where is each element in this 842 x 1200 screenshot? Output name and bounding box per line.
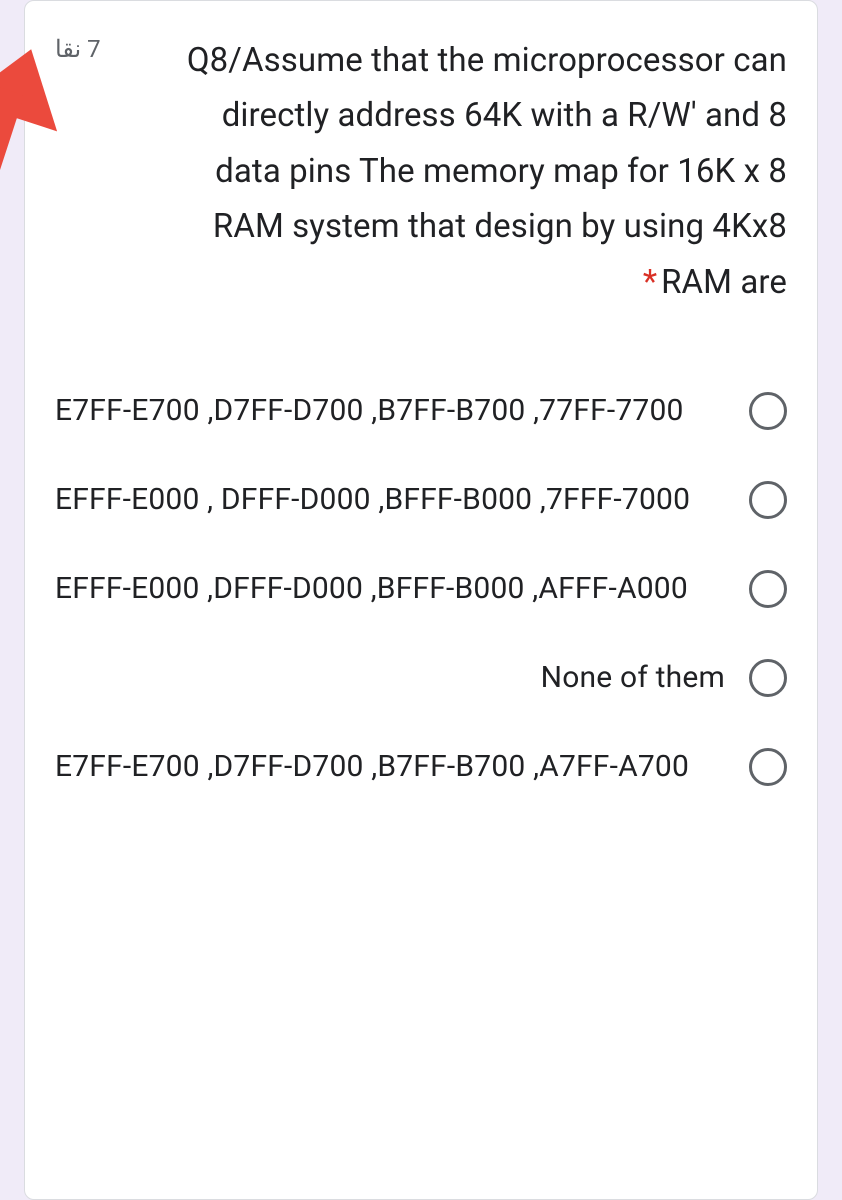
question-text: Q8/Assume that the microprocessor can di… <box>187 41 787 302</box>
option-4-label: None of them <box>55 655 749 700</box>
radio-icon <box>749 392 787 430</box>
question-text-block: Q8/Assume that the microprocessor can di… <box>101 29 787 310</box>
question-card: Q8/Assume that the microprocessor can di… <box>24 0 818 1200</box>
option-5[interactable]: E7FF-E700 ,D7FF-D700 ,B7FF-B700 ,A7FF-A7… <box>55 722 787 811</box>
question-header: Q8/Assume that the microprocessor can di… <box>55 29 787 310</box>
option-1-label: E7FF-E700 ,D7FF-D700 ,B7FF-B700 ,77FF-77… <box>55 388 749 433</box>
option-5-label: E7FF-E700 ,D7FF-D700 ,B7FF-B700 ,A7FF-A7… <box>55 744 749 789</box>
radio-icon <box>749 748 787 786</box>
option-2-label: EFFF-E000 , DFFF-D000 ,BFFF-B000 ,7FFF-7… <box>55 477 749 522</box>
option-4[interactable]: None of them <box>55 633 787 722</box>
radio-icon <box>749 659 787 697</box>
option-3[interactable]: EFFF-E000 ,DFFF-D000 ,BFFF-B000 ,AFFF-A0… <box>55 544 787 633</box>
radio-icon <box>749 481 787 519</box>
option-3-label: EFFF-E000 ,DFFF-D000 ,BFFF-B000 ,AFFF-A0… <box>55 566 749 611</box>
options-list: E7FF-E700 ,D7FF-D700 ,B7FF-B700 ,77FF-77… <box>55 366 787 811</box>
points-label: 7 نقا <box>55 29 101 63</box>
option-2[interactable]: EFFF-E000 , DFFF-D000 ,BFFF-B000 ,7FFF-7… <box>55 455 787 544</box>
radio-icon <box>749 570 787 608</box>
option-1[interactable]: E7FF-E700 ,D7FF-D700 ,B7FF-B700 ,77FF-77… <box>55 366 787 455</box>
required-asterisk: * <box>643 263 657 302</box>
